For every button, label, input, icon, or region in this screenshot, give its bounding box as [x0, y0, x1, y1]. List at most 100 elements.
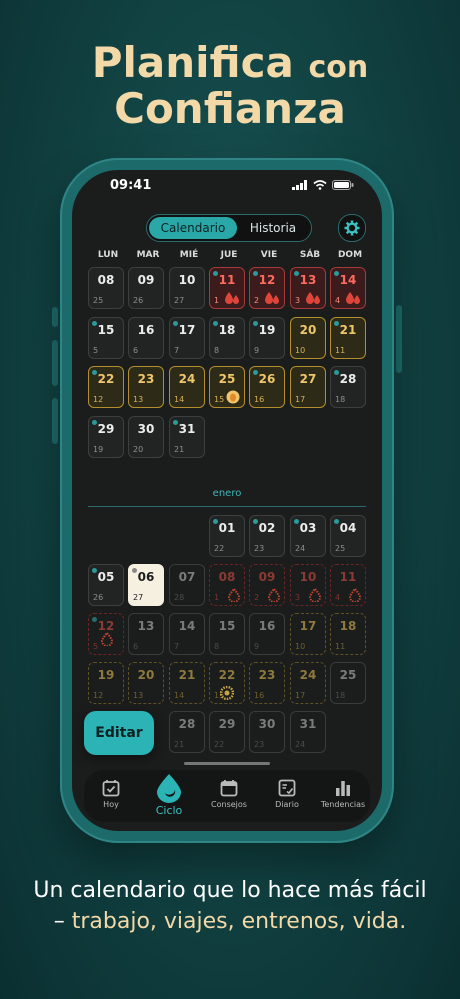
phone-volume-down [52, 398, 58, 444]
calendar-day-predicted-fertile[interactable]: 18 11 [330, 613, 366, 655]
calendar-day-predicted-fertile[interactable]: 19 12 [88, 662, 124, 704]
calendar-day[interactable]: 29 19 [88, 416, 124, 458]
view-segmented-control: Calendario Historia [146, 214, 312, 242]
tab-ciclo[interactable]: Ciclo [142, 772, 196, 817]
gear-icon [344, 220, 360, 236]
weekday-label: SÁB [299, 250, 321, 260]
calendar-day[interactable]: 01 22 [209, 515, 245, 557]
phone-screen: 09:41 Calendario Historia LUN MAR MIÉ JU… [72, 170, 382, 831]
journal-icon [278, 779, 296, 797]
subline-line2: trabajo, viajes, entrenos, vida. [71, 908, 407, 934]
calendar-day-predicted-period[interactable]: 10 3 [290, 564, 326, 606]
calendar-day-predicted-period[interactable]: 08 1 [209, 564, 245, 606]
calendar-day[interactable]: 09 26 [128, 267, 164, 309]
calendar-day[interactable]: 18 8 [209, 317, 245, 359]
tab-diario[interactable]: Diario [260, 776, 314, 809]
blood-drop-icon [265, 292, 279, 304]
bar-chart-icon [336, 781, 350, 796]
calendar-day-future[interactable]: 14 7 [169, 613, 205, 655]
tab-historia[interactable]: Historia [237, 217, 309, 239]
calendar-day-today[interactable]: 06 27 [128, 564, 164, 606]
predicted-drop-icon [268, 588, 280, 602]
calendar-day-period[interactable]: 11 1 [209, 267, 245, 309]
calendar-day[interactable]: 03 24 [290, 515, 326, 557]
weekday-label: MAR [136, 250, 160, 260]
calendar-day[interactable]: 16 6 [128, 317, 164, 359]
weekday-header: LUN MAR MIÉ JUE VIE SÁB DOM [88, 250, 368, 262]
subline-line1: Un calendario que lo hace más fácil [33, 878, 427, 903]
calendar-day[interactable]: 04 25 [330, 515, 366, 557]
calendar-day-predicted-fertile[interactable]: 21 14 [169, 662, 205, 704]
calendar-day-predicted-ovulation[interactable]: 22 15 [209, 662, 245, 704]
tab-tendencias[interactable]: Tendencias [316, 776, 370, 809]
calendar-day-fertile[interactable]: 26 16 [249, 366, 285, 408]
tab-hoy[interactable]: Hoy [84, 776, 138, 809]
calendar-day[interactable]: 19 9 [249, 317, 285, 359]
calendar-day-future[interactable]: 13 6 [128, 613, 164, 655]
calendar-day-ovulation[interactable]: 25 15 [209, 366, 245, 408]
weekday-label: LUN [97, 250, 119, 260]
calendar-day-fertile[interactable]: 24 14 [169, 366, 205, 408]
calendar-day[interactable]: 30 20 [128, 416, 164, 458]
calendar-day-predicted-fertile[interactable]: 24 17 [290, 662, 326, 704]
month-divider [88, 506, 366, 507]
calendar-day[interactable]: 10 27 [169, 267, 205, 309]
calendar-day-future[interactable]: 07 28 [169, 564, 205, 606]
calendar-day-predicted-period[interactable]: 11 4 [330, 564, 366, 606]
calendar-day[interactable]: 28 18 [330, 366, 366, 408]
tab-label: Consejos [211, 800, 247, 809]
signal-icon [292, 180, 307, 190]
status-time: 09:41 [110, 178, 152, 193]
predicted-drop-icon [349, 588, 361, 602]
calendar-day[interactable]: 31 21 [169, 416, 205, 458]
tab-label: Tendencias [320, 800, 366, 809]
calendar-day-future[interactable]: 25 18 [330, 662, 366, 704]
predicted-drop-icon [309, 588, 321, 602]
calendar-day-future[interactable]: 28 21 [169, 711, 205, 753]
tab-label: Diario [275, 800, 299, 809]
calendar-day-future[interactable]: 30 23 [249, 711, 285, 753]
bottom-tab-bar: Hoy Ciclo Consejos Diario Tendencias [84, 770, 370, 822]
tab-label: Ciclo [155, 804, 183, 817]
calendar-day-predicted-period[interactable]: 12 5 [88, 613, 124, 655]
settings-button[interactable] [338, 214, 366, 242]
tab-consejos[interactable]: Consejos [202, 776, 256, 809]
calendar-day-future[interactable]: 31 24 [290, 711, 326, 753]
predicted-drop-icon [228, 588, 240, 602]
battery-icon [332, 180, 354, 190]
calendar-day-future[interactable]: 16 9 [249, 613, 285, 655]
calendar-day-period[interactable]: 12 2 [249, 267, 285, 309]
predicted-drop-icon [101, 632, 113, 646]
calendar-day-fertile[interactable]: 27 17 [290, 366, 326, 408]
phone-power-button [396, 305, 402, 373]
calendar-day-fertile[interactable]: 22 12 [88, 366, 124, 408]
calendar-day[interactable]: 05 26 [88, 564, 124, 606]
phone-volume-up [52, 340, 58, 386]
calendar-day-fertile[interactable]: 21 11 [330, 317, 366, 359]
blood-drop-icon [306, 292, 320, 304]
calendar-day-fertile[interactable]: 23 13 [128, 366, 164, 408]
predicted-egg-icon [220, 686, 234, 700]
headline: Planifica con Confianza [0, 39, 460, 132]
tab-calendario[interactable]: Calendario [149, 217, 237, 239]
calendar-day-predicted-fertile[interactable]: 20 13 [128, 662, 164, 704]
calendar-day-period[interactable]: 13 3 [290, 267, 326, 309]
calendar-day[interactable]: 15 5 [88, 317, 124, 359]
headline-line1-small: con [308, 50, 369, 85]
home-indicator [184, 762, 270, 765]
drop-moon-icon [157, 774, 181, 803]
status-bar: 09:41 [72, 178, 382, 196]
calendar-day-future[interactable]: 15 8 [209, 613, 245, 655]
weekday-label: MIÉ [179, 250, 199, 260]
calendar-day[interactable]: 02 23 [249, 515, 285, 557]
calendar-day-predicted-fertile[interactable]: 17 10 [290, 613, 326, 655]
calendar-day-future[interactable]: 29 22 [209, 711, 245, 753]
calendar-day-period[interactable]: 14 4 [330, 267, 366, 309]
editar-button[interactable]: Editar [84, 711, 154, 755]
calendar-day[interactable]: 17 7 [169, 317, 205, 359]
calendar-day-fertile[interactable]: 20 10 [290, 317, 326, 359]
calendar-day[interactable]: 08 25 [88, 267, 124, 309]
calendar-day-predicted-period[interactable]: 09 2 [249, 564, 285, 606]
subline: Un calendario que lo hace más fácil – tr… [0, 876, 460, 938]
calendar-day-predicted-fertile[interactable]: 23 16 [249, 662, 285, 704]
